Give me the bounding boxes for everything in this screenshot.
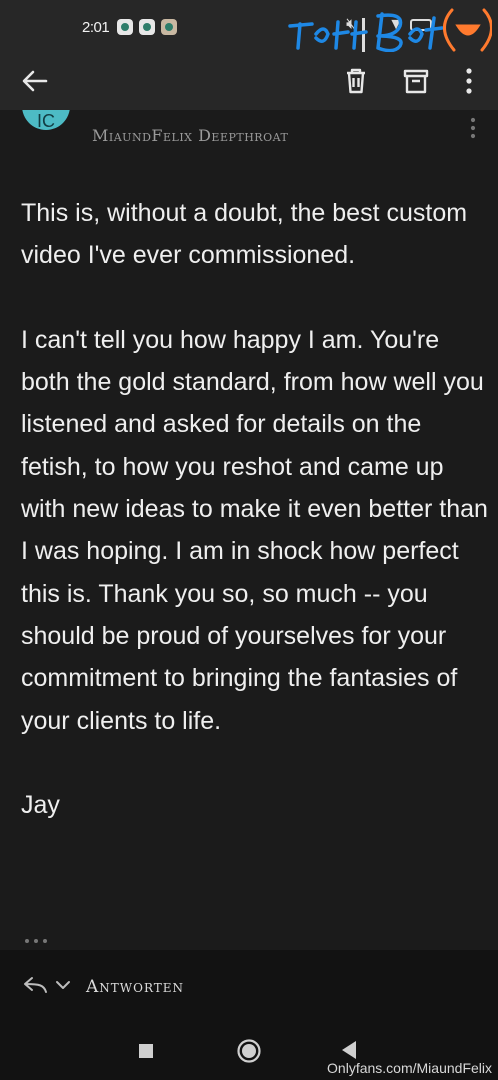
sender-name: MiaundFelix Deepthroat — [92, 126, 289, 145]
shield-notification-icon — [117, 19, 133, 35]
app-bar — [0, 52, 498, 110]
arrow-left-icon[interactable] — [18, 64, 52, 98]
watermark-text: Onlyfans.com/MiaundFelix — [327, 1060, 492, 1076]
status-time: 2:01 — [82, 19, 110, 36]
home-icon[interactable] — [236, 1038, 262, 1064]
more-horizontal-icon[interactable] — [22, 936, 50, 946]
back-triangle-icon[interactable] — [342, 1041, 356, 1059]
chevron-down-icon[interactable] — [54, 978, 72, 992]
photo-notification-icon — [161, 19, 177, 35]
reply-icon[interactable] — [22, 974, 48, 998]
message-more-icon[interactable] — [466, 116, 480, 142]
email-paragraph: I can't tell you how happy I am. You're … — [21, 325, 488, 735]
email-body: This is, without a doubt, the best custo… — [21, 192, 491, 869]
email-view: IC MiaundFelix Deepthroat This is, witho… — [0, 110, 498, 950]
email-signature: Jay — [21, 791, 60, 820]
brand-logo — [288, 8, 492, 53]
recents-icon[interactable] — [139, 1044, 153, 1058]
avatar[interactable]: IC — [22, 110, 70, 130]
shield-notification-icon — [139, 19, 155, 35]
email-paragraph: This is, without a doubt, the best custo… — [21, 199, 468, 270]
reply-bar: Antworten — [0, 950, 498, 1030]
archive-icon[interactable] — [399, 64, 433, 98]
more-vertical-icon[interactable] — [452, 64, 486, 98]
reply-button[interactable]: Antworten — [86, 977, 184, 997]
system-nav-bar: Onlyfans.com/MiaundFelix — [0, 1030, 498, 1080]
trash-icon[interactable] — [339, 64, 373, 98]
